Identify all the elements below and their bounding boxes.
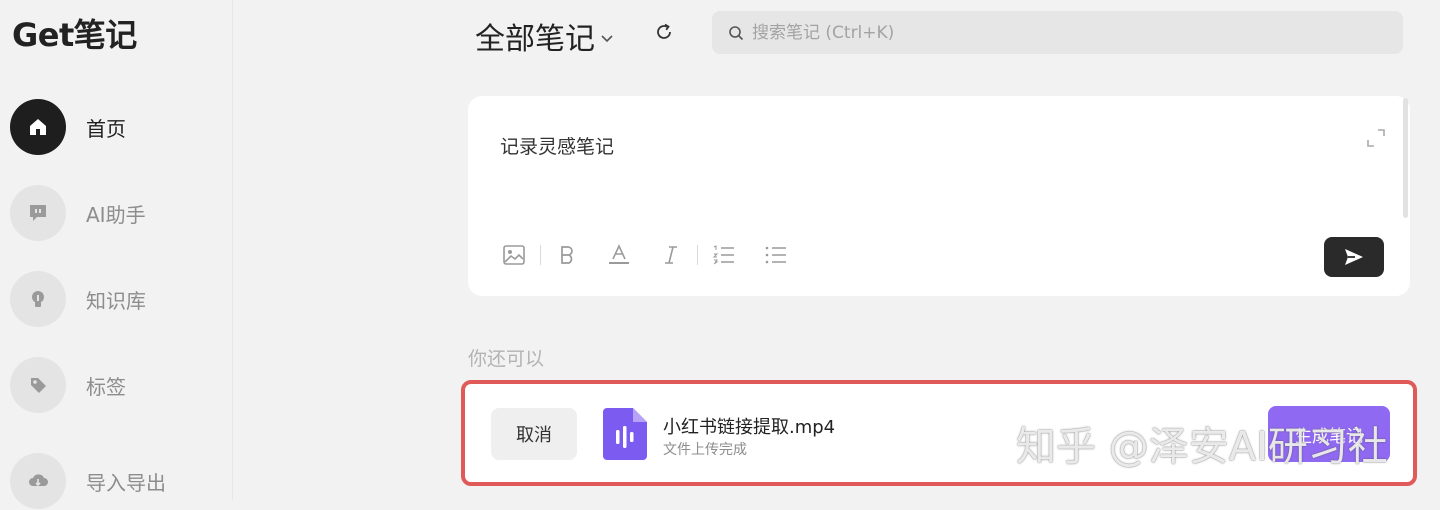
italic-icon[interactable] <box>657 242 685 268</box>
toolbar-divider <box>540 245 541 265</box>
cloud-transfer-icon <box>10 453 66 509</box>
ordered-list-icon[interactable] <box>710 242 738 268</box>
sidebar-item-label: AI助手 <box>86 202 146 227</box>
page-title: 全部笔记 <box>475 22 595 57</box>
notes-filter-dropdown[interactable]: 全部笔记 <box>475 14 615 58</box>
sidebar-item-label: 标签 <box>86 374 126 399</box>
lightbulb-icon <box>10 271 66 327</box>
bold-icon[interactable] <box>553 242 581 268</box>
send-icon <box>1343 246 1365 268</box>
editor-toolbar <box>500 242 790 268</box>
home-icon <box>10 99 66 155</box>
sidebar-item-label: 知识库 <box>86 288 146 313</box>
app-logo[interactable]: Get笔记 <box>12 10 137 56</box>
sidebar-item-label: 导入导出 <box>86 470 166 495</box>
sidebar-item-label: 首页 <box>86 116 126 141</box>
note-editor[interactable]: 记录灵感笔记 <box>468 96 1410 296</box>
search-bar[interactable] <box>712 11 1403 54</box>
expand-icon[interactable] <box>1366 128 1386 152</box>
section-label: 你还可以 <box>468 348 545 370</box>
bullet-list-icon[interactable] <box>762 242 790 268</box>
chevron-down-icon <box>599 19 615 54</box>
toolbar-divider <box>697 245 698 265</box>
sidebar-item-ai-assistant[interactable]: AI助手 <box>10 184 220 242</box>
cancel-button[interactable]: 取消 <box>491 408 577 460</box>
font-color-icon[interactable] <box>605 242 633 268</box>
sidebar-item-knowledge-base[interactable]: 知识库 <box>10 270 220 328</box>
send-button[interactable] <box>1324 237 1384 277</box>
image-icon[interactable] <box>500 242 528 268</box>
refresh-icon[interactable] <box>652 20 676 44</box>
search-input[interactable] <box>750 21 1354 44</box>
upload-card: 取消 小红书链接提取.mp4 文件上传完成 生成笔记 <box>461 380 1417 486</box>
generate-note-button[interactable]: 生成笔记 <box>1268 406 1390 462</box>
sidebar-item-home[interactable]: 首页 <box>10 98 220 156</box>
sidebar-item-import-export[interactable]: 导入导出 <box>10 452 220 510</box>
editor-placeholder[interactable]: 记录灵感笔记 <box>500 132 614 159</box>
upload-status: 文件上传完成 <box>663 442 747 458</box>
tag-icon <box>10 357 66 413</box>
search-icon <box>728 25 744 41</box>
sidebar: Get笔记 首页 AI助手 知识库 标签 导入导出 <box>0 0 233 509</box>
sidebar-item-tags[interactable]: 标签 <box>10 356 220 414</box>
chat-bubble-icon <box>10 185 66 241</box>
audio-file-icon <box>603 408 647 464</box>
file-name: 小红书链接提取.mp4 <box>663 417 836 438</box>
scrollbar[interactable] <box>1403 98 1408 218</box>
